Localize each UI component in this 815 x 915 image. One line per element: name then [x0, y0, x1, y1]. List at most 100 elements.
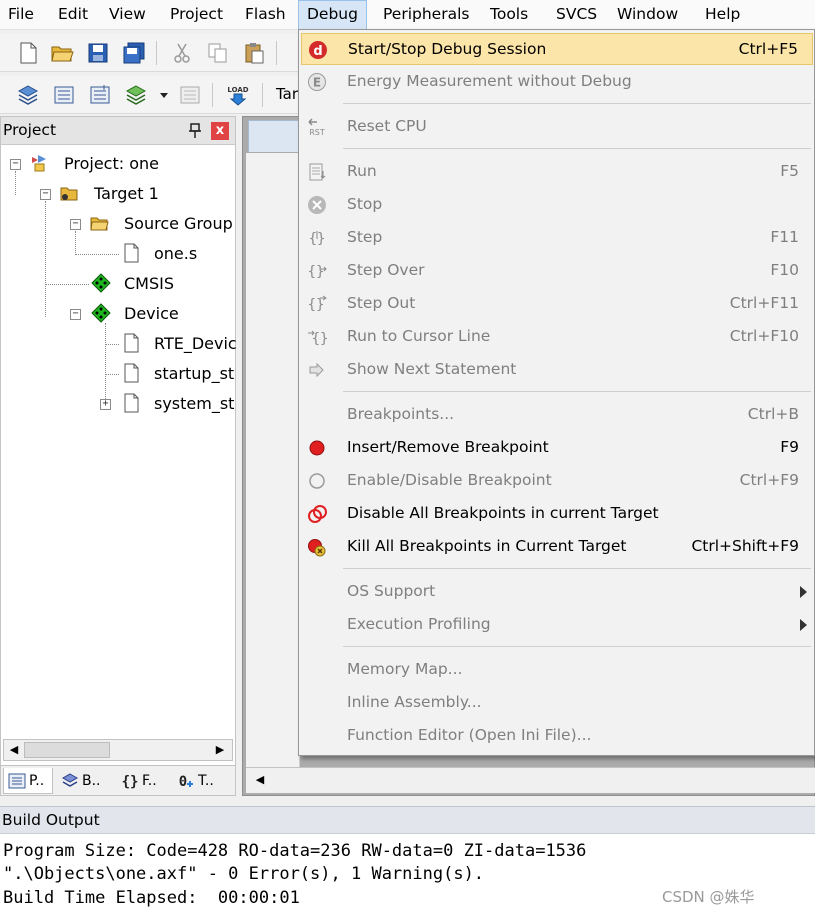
editor-tab[interactable] [248, 120, 300, 152]
project-panel-header: Project x [1, 117, 235, 145]
menu-item-energy-measurement[interactable]: E Energy Measurement without Debug [301, 66, 813, 98]
menu-item-label: Step Over [347, 261, 425, 279]
file-icon [121, 393, 141, 413]
tab-books[interactable]: B.. [57, 768, 113, 794]
menu-svcs[interactable]: SVCS [548, 0, 605, 30]
svg-text:E: E [313, 76, 321, 90]
menu-item-disable-all-breakpoints[interactable]: Disable All Breakpoints in current Targe… [301, 498, 813, 530]
menu-item-os-support[interactable]: OS Support [301, 576, 813, 608]
open-file-icon[interactable] [50, 41, 74, 65]
tree-node-file[interactable]: one.s [154, 244, 197, 263]
menu-view[interactable]: View [101, 0, 154, 30]
menu-peripherals[interactable]: Peripherals [375, 0, 477, 30]
tree-node-project[interactable]: Project: one [64, 154, 159, 173]
new-file-icon[interactable] [16, 41, 40, 65]
menu-item-shortcut: F9 [780, 438, 799, 456]
menu-item-reset-cpu[interactable]: RST Reset CPU [301, 111, 813, 143]
pin-icon[interactable] [188, 123, 202, 139]
menu-item-execution-profiling[interactable]: Execution Profiling [301, 609, 813, 641]
tree-expander[interactable]: − [40, 189, 51, 200]
menu-edit[interactable]: Edit [50, 0, 96, 30]
menu-item-kill-all-breakpoints[interactable]: Kill All Breakpoints in Current Target C… [301, 531, 813, 563]
menu-item-memory-map[interactable]: Memory Map... [301, 654, 813, 686]
editor-hscrollbar[interactable]: ◀ [246, 767, 815, 793]
stop-build-icon[interactable] [178, 83, 202, 107]
batch-build-icon[interactable] [124, 83, 148, 107]
menu-item-inline-assembly[interactable]: Inline Assembly... [301, 687, 813, 719]
download-icon[interactable]: LOAD [226, 83, 250, 107]
menu-item-breakpoints[interactable]: Breakpoints... Ctrl+B [301, 399, 813, 431]
watermark: CSDN @姝华 [662, 888, 755, 906]
chevron-down-icon[interactable] [152, 83, 168, 107]
menu-item-label: Energy Measurement without Debug [347, 72, 632, 90]
tree-node-file[interactable]: startup_st [154, 364, 234, 383]
tree-node-cmsis[interactable]: CMSIS [124, 274, 174, 293]
menu-item-insert-remove-breakpoint[interactable]: Insert/Remove Breakpoint F9 [301, 432, 813, 464]
scroll-right-icon[interactable]: ▶ [212, 742, 228, 758]
tree-node-source-group[interactable]: Source Group [124, 214, 233, 233]
cut-icon[interactable] [170, 41, 194, 65]
tree-node-file[interactable]: system_st [154, 394, 234, 413]
menu-flash[interactable]: Flash [237, 0, 294, 30]
menu-item-shortcut: Ctrl+F5 [738, 40, 798, 58]
load-icon-text: LOAD [227, 86, 248, 94]
tree-expander[interactable]: − [10, 159, 21, 170]
green-diamond-icon [91, 273, 111, 293]
menu-project[interactable]: Project [162, 0, 231, 30]
menu-item-start-stop-debug[interactable]: d Start/Stop Debug Session Ctrl+F5 [301, 33, 813, 65]
menu-item-shortcut: Ctrl+F9 [739, 471, 799, 489]
save-all-icon[interactable] [122, 41, 146, 65]
scroll-thumb[interactable] [24, 742, 110, 758]
menu-item-enable-disable-breakpoint[interactable]: Enable/Disable Breakpoint Ctrl+F9 [301, 465, 813, 497]
project-hscrollbar[interactable]: ◀ ▶ [3, 739, 233, 761]
books-tab-icon [61, 772, 79, 790]
svg-text:RST: RST [309, 128, 325, 137]
scroll-left-icon[interactable]: ◀ [6, 742, 22, 758]
stop-icon [307, 195, 327, 215]
tree-node-file[interactable]: RTE_Devic [154, 334, 237, 353]
copy-icon[interactable] [206, 41, 230, 65]
menu-item-label: Kill All Breakpoints in Current Target [347, 537, 627, 555]
tree-expander[interactable]: − [70, 309, 81, 320]
tree-node-device[interactable]: Device [124, 304, 179, 323]
run-icon [307, 162, 327, 182]
tab-templates[interactable]: 0 T.. [173, 768, 231, 794]
step-over-icon: {} [307, 261, 327, 281]
tree-expander[interactable]: − [70, 219, 81, 230]
tree-node-target[interactable]: Target 1 [94, 184, 159, 203]
next-statement-icon [307, 360, 327, 380]
tab-project[interactable]: P.. [3, 768, 53, 794]
menu-window[interactable]: Window [609, 0, 686, 30]
menu-item-step[interactable]: {} Step F11 [301, 222, 813, 254]
menu-file[interactable]: File [0, 0, 42, 30]
menu-help[interactable]: Help [697, 0, 748, 30]
rebuild-icon[interactable] [88, 83, 112, 107]
menu-item-label: Function Editor (Open Ini File)... [347, 726, 592, 744]
menu-item-label: Step Out [347, 294, 416, 312]
menu-item-shortcut: Ctrl+F11 [729, 294, 799, 312]
menu-item-shortcut: F11 [770, 228, 799, 246]
svg-text:{}: {} [122, 774, 139, 790]
menu-item-show-next-statement[interactable]: Show Next Statement [301, 354, 813, 386]
save-icon[interactable] [86, 41, 110, 65]
tree-expander[interactable]: + [100, 399, 111, 410]
tab-functions[interactable]: {} F.. [117, 768, 169, 794]
menu-tools[interactable]: Tools [482, 0, 536, 30]
menu-item-stop[interactable]: Stop [301, 189, 813, 221]
build-icon[interactable] [52, 83, 76, 107]
menu-item-step-out[interactable]: {} Step Out Ctrl+F11 [301, 288, 813, 320]
scroll-left-icon[interactable]: ◀ [252, 772, 268, 788]
menu-item-step-over[interactable]: {} Step Over F10 [301, 255, 813, 287]
menu-item-function-editor[interactable]: Function Editor (Open Ini File)... [301, 720, 813, 752]
menu-item-run-to-cursor[interactable]: {} Run to Cursor Line Ctrl+F10 [301, 321, 813, 353]
menu-item-run[interactable]: Run F5 [301, 156, 813, 188]
svg-text:{}: {} [308, 264, 325, 280]
target-select-partial[interactable]: Tar [276, 85, 298, 103]
menu-debug[interactable]: Debug [298, 0, 367, 30]
menu-item-shortcut: Ctrl+B [747, 405, 799, 423]
output-line: ".\Objects\one.axf" - 0 Error(s), 1 Warn… [3, 864, 485, 884]
paste-icon[interactable] [242, 41, 266, 65]
close-icon[interactable]: x [211, 122, 229, 140]
translate-icon[interactable] [16, 83, 40, 107]
menu-item-label: Inline Assembly... [347, 693, 482, 711]
